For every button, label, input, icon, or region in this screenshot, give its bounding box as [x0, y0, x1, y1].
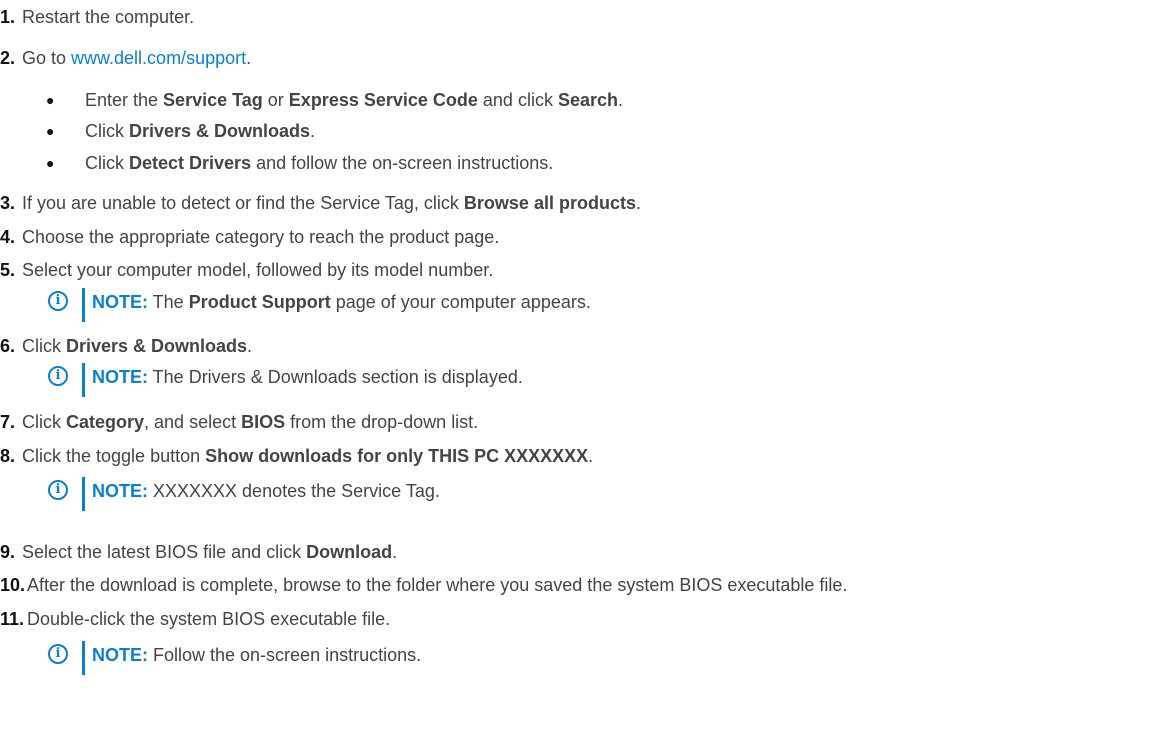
info-icon: i [48, 291, 68, 311]
note-text: NOTE: The Drivers & Downloads section is… [92, 367, 523, 387]
note-text: NOTE: XXXXXXX denotes the Service Tag. [92, 481, 440, 501]
bullet-icon: ● [46, 123, 55, 139]
substep-text: Enter the Service Tag or Express Service… [85, 90, 624, 110]
bullet-icon: ● [46, 155, 55, 171]
note-text: NOTE: Follow the on-screen instructions. [92, 645, 422, 665]
step-number: 3. [0, 193, 16, 213]
procedure-document: 1. Restart the computer. 2. Go to www.de… [0, 0, 1167, 733]
step-text: Double-click the system BIOS executable … [27, 609, 391, 629]
substep-text: Click Detect Drivers and follow the on-s… [85, 153, 554, 173]
step-number: 7. [0, 412, 16, 432]
step-text: Click Drivers & Downloads. [22, 336, 253, 356]
info-icon: i [48, 366, 68, 386]
note-divider [82, 363, 85, 397]
step-number: 5. [0, 260, 16, 280]
step-number: 6. [0, 336, 16, 356]
step-number: 10. [0, 575, 26, 595]
step-number: 11. [0, 609, 25, 629]
note-text: NOTE: The Product Support page of your c… [92, 292, 591, 312]
step-text: If you are unable to detect or find the … [22, 193, 641, 213]
step-text: Restart the computer. [22, 7, 195, 27]
bullet-icon: ● [46, 92, 55, 108]
note-divider [82, 477, 85, 511]
step-text: Click Category, and select BIOS from the… [22, 412, 479, 432]
step-text: After the download is complete, browse t… [27, 575, 848, 595]
note-divider [82, 641, 85, 675]
step-text: Select your computer model, followed by … [22, 260, 494, 280]
info-icon: i [48, 644, 68, 664]
step-number: 9. [0, 542, 16, 562]
step-text: Select the latest BIOS file and click Do… [22, 542, 398, 562]
step-text: Choose the appropriate category to reach… [22, 227, 500, 247]
support-link[interactable]: www.dell.com/support [71, 48, 246, 68]
step-number: 1. [0, 7, 16, 27]
step-number: 2. [0, 48, 16, 68]
step-number: 8. [0, 446, 16, 466]
substep-text: Click Drivers & Downloads. [85, 121, 316, 141]
info-icon: i [48, 480, 68, 500]
step-number: 4. [0, 227, 16, 247]
note-divider [82, 288, 85, 322]
step-text: Click the toggle button Show downloads f… [22, 446, 594, 466]
step-text: Go to www.dell.com/support. [22, 48, 252, 68]
